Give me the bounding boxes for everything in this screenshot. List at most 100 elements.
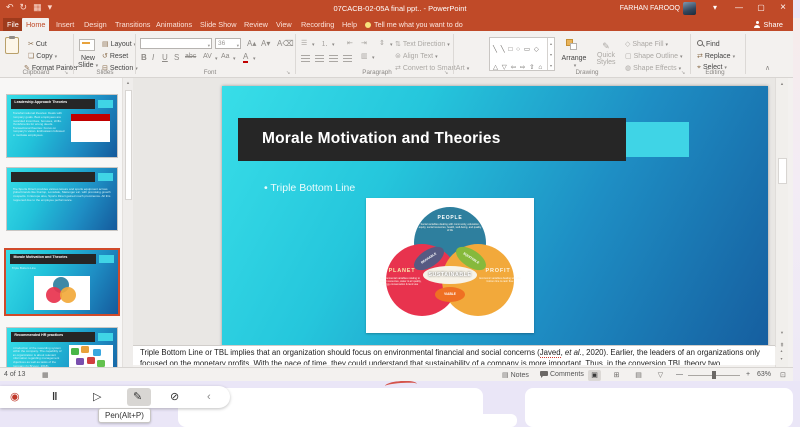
citation-link[interactable]: Javed	[539, 348, 561, 358]
comments-toggle[interactable]: Comments	[540, 371, 584, 378]
scroll-up-icon[interactable]: ▲	[776, 81, 788, 86]
grow-font-icon[interactable]: A▴	[247, 39, 256, 48]
new-slide-button[interactable]: New Slide ▾	[78, 55, 98, 69]
display-settings-icon[interactable]: ▦	[42, 371, 49, 379]
close-button[interactable]: ×	[774, 2, 792, 13]
reading-view-button[interactable]: ▤	[632, 370, 645, 381]
tab-view[interactable]: View	[272, 18, 296, 31]
user-avatar[interactable]	[683, 2, 696, 15]
find-button[interactable]: Find	[697, 40, 720, 48]
slideshow-view-button[interactable]: ▽	[654, 370, 667, 381]
tab-design[interactable]: Design	[80, 18, 111, 31]
underline-button[interactable]: U	[162, 53, 168, 62]
numbering-icon[interactable]: ⒈	[321, 39, 328, 49]
justify-icon[interactable]	[343, 55, 352, 62]
scroll-up-icon[interactable]: ▲	[123, 80, 133, 85]
zoom-out-icon[interactable]: —	[676, 371, 683, 378]
pen-icon[interactable]: ✎	[133, 390, 142, 404]
paste-button[interactable]	[5, 36, 19, 54]
align-left-icon[interactable]	[301, 55, 310, 62]
minimize-button[interactable]: —	[730, 3, 748, 12]
zoom-in-icon[interactable]: +	[746, 371, 750, 378]
shape-effects-button[interactable]: ◍ Shape Effects ▾	[625, 64, 681, 72]
columns-icon[interactable]: ▥	[361, 52, 368, 60]
ribbon-display-options-icon[interactable]: ▾	[706, 3, 724, 12]
italic-button[interactable]: I	[152, 53, 154, 62]
collapse-ribbon-icon[interactable]: ∧	[765, 64, 770, 72]
slide-title[interactable]: Morale Motivation and Theories	[262, 130, 501, 148]
notes-scrollbar[interactable]: ▴ ▾	[775, 347, 788, 365]
collapse-toolbar-icon[interactable]: ‹	[207, 390, 211, 404]
character-spacing-button[interactable]: AV	[203, 53, 212, 60]
recording-toolbar[interactable]: ◉ ‖ ▷ ✎ ⊘ ‹	[0, 386, 230, 408]
shape-fill-button[interactable]: ◇ Shape Fill ▾	[625, 40, 668, 48]
slide-thumbnail-1[interactable]: Leadership Approach Theories Transformat…	[7, 95, 117, 157]
cut-button[interactable]: ✂ Cut	[28, 40, 47, 48]
zoom-slider-handle[interactable]	[712, 371, 716, 379]
convert-smartart-button[interactable]: ⇄ Convert to SmartArt ▾	[395, 64, 469, 72]
font-color-button[interactable]: A	[243, 53, 249, 63]
clear-formatting-icon[interactable]: A⌫	[277, 39, 294, 48]
align-center-icon[interactable]	[315, 55, 324, 62]
main-vertical-scrollbar[interactable]: ▲ ▼ ⇞ ⇟	[775, 78, 788, 367]
replace-button[interactable]: ⇄ Replace ▾	[697, 52, 735, 60]
slide-editing-area[interactable]: Morale Motivation and Theories • Triple …	[222, 86, 768, 345]
shapes-gallery-scrollbar[interactable]: ▴ ▾ ▾	[547, 38, 554, 70]
venn-diagram-image[interactable]: BEARABLE EQUITABLE VIABLE SUSTAINABLE PE…	[366, 198, 534, 333]
bullets-icon[interactable]: ☰	[301, 39, 307, 47]
record-icon[interactable]: ◉	[10, 390, 20, 404]
tab-file[interactable]: File	[3, 18, 23, 31]
align-text-button[interactable]: ⊜ Align Text ▾	[395, 52, 438, 60]
fit-to-window-icon[interactable]: ⊡	[780, 371, 786, 379]
slide-thumbnail-3-selected[interactable]: Morale Motivation and Theories Triple Bo…	[4, 248, 120, 316]
scroll-down-icon[interactable]: ▼	[776, 330, 788, 335]
quick-styles-button[interactable]: ✎ Quick Styles	[594, 41, 618, 66]
slide-thumbnail-4[interactable]: Recommended HR practices Introduction of…	[7, 328, 117, 367]
notes-text[interactable]: Triple Bottom Line or TBL implies that a…	[140, 348, 760, 365]
increase-indent-icon[interactable]: ⇥	[361, 39, 367, 47]
pause-icon[interactable]: ‖	[52, 390, 57, 404]
share-button[interactable]: Share	[754, 18, 783, 31]
font-size-combo[interactable]: 36 ▾	[215, 38, 241, 49]
copy-button[interactable]: ❏ Copy ▾	[28, 52, 57, 60]
font-launcher-icon[interactable]: ↘	[286, 70, 290, 76]
shape-outline-button[interactable]: ▢ Shape Outline ▾	[625, 52, 683, 60]
shapes-gallery[interactable]: ╲ ╲ □ ○ ▭ ◇ △ ▽ ⇦ ⇨ ⇧ ⌂ ☆ ⌒ { } ∿ ◇ ▴▾▾	[489, 37, 555, 89]
tab-recording[interactable]: Recording	[297, 18, 338, 31]
slide-bullet[interactable]: • Triple Bottom Line	[264, 182, 355, 194]
tell-me-box[interactable]: Tell me what you want to do	[365, 18, 463, 31]
normal-view-button[interactable]: ▣	[588, 369, 601, 381]
decrease-indent-icon[interactable]: ⇤	[347, 39, 353, 47]
tab-animations[interactable]: Animations	[152, 18, 196, 31]
arrange-button[interactable]: Arrange ▾	[560, 55, 588, 69]
change-case-button[interactable]: Aa	[221, 53, 230, 60]
slide-thumbnail-2[interactable]: The Sports Direct provides various leisu…	[7, 168, 117, 230]
zoom-percentage[interactable]: 63%	[757, 371, 771, 378]
eraser-icon[interactable]: ⊘	[170, 390, 179, 404]
slide-sorter-view-button[interactable]: ⊞	[610, 370, 623, 381]
tab-transitions[interactable]: Transitions	[111, 18, 154, 31]
user-name[interactable]: FARHAN FAROOQ	[620, 5, 680, 12]
reset-button[interactable]: ↺ Reset	[102, 52, 128, 60]
align-right-icon[interactable]	[329, 55, 338, 62]
layout-button[interactable]: ▤Layout▾	[102, 40, 136, 48]
text-shadow-button[interactable]: S	[174, 53, 179, 62]
clipboard-launcher-icon[interactable]: ↘	[64, 70, 68, 76]
notes-pane[interactable]: Triple Bottom Line or TBL implies that a…	[133, 345, 775, 365]
notes-toggle[interactable]: ▤ Notes	[502, 371, 529, 379]
maximize-button[interactable]: ▢	[752, 3, 770, 12]
paragraph-launcher-icon[interactable]: ↘	[444, 70, 448, 76]
tab-home[interactable]: Home	[22, 18, 50, 31]
tab-slide-show[interactable]: Slide Show	[196, 18, 241, 31]
shrink-font-icon[interactable]: A▾	[261, 39, 270, 48]
drawing-launcher-icon[interactable]: ↘	[681, 70, 685, 76]
tab-help[interactable]: Help	[338, 18, 361, 31]
banner-accent-rect[interactable]	[626, 122, 689, 157]
tab-review[interactable]: Review	[240, 18, 272, 31]
bold-button[interactable]: B	[141, 53, 147, 62]
pointer-icon[interactable]: ▷	[93, 390, 101, 404]
strikethrough-button[interactable]: abc	[185, 53, 196, 60]
font-name-combo[interactable]: ▾	[140, 38, 212, 49]
line-spacing-icon[interactable]: ⇕	[379, 39, 385, 47]
tab-insert[interactable]: Insert	[52, 18, 78, 31]
